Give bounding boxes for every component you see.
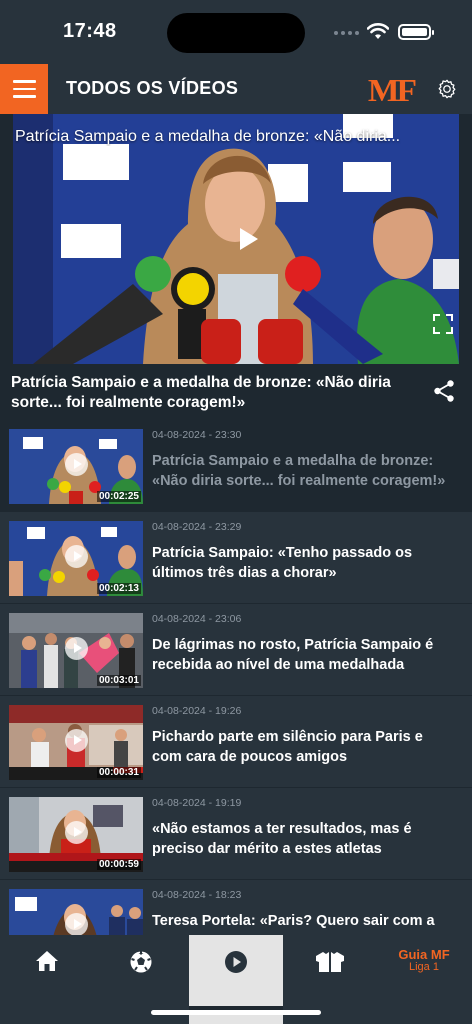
featured-video-title: Patrícia Sampaio e a medalha de bronze: …: [11, 374, 391, 411]
video-date: 04-08-2024 - 23:06: [152, 613, 242, 625]
wifi-icon: [367, 23, 389, 39]
video-duration: 00:02:25: [96, 491, 141, 502]
app-header: TODOS OS VÍDEOS MF: [0, 64, 472, 114]
list-item[interactable]: 00:00:59 04-08-2024 - 19:19 «Não estamos…: [0, 788, 472, 880]
video-duration: 00:02:13: [96, 583, 141, 594]
video-date: 04-08-2024 - 19:26: [152, 705, 242, 717]
list-item[interactable]: 00:00:31 04-08-2024 - 19:26 Pichardo par…: [0, 696, 472, 788]
video-title[interactable]: Patrícia Sampaio e a medalha de bronze: …: [152, 451, 452, 491]
play-icon: [65, 729, 88, 752]
video-thumbnail[interactable]: [9, 889, 143, 935]
jersey-icon: [316, 952, 344, 972]
featured-video-info: Patrícia Sampaio e a medalha de bronze: …: [0, 364, 472, 420]
cellular-signal-icon: [334, 31, 359, 35]
video-date: 04-08-2024 - 19:19: [152, 797, 242, 809]
play-icon[interactable]: [238, 226, 260, 252]
video-list[interactable]: 00:02:25 04-08-2024 - 23:30 Patrícia Sam…: [0, 420, 472, 935]
play-icon: [65, 453, 88, 476]
list-item[interactable]: 00:02:25 04-08-2024 - 23:30 Patrícia Sam…: [0, 420, 472, 512]
dynamic-island: [167, 13, 305, 53]
page-title: TODOS OS VÍDEOS: [66, 78, 239, 98]
video-thumbnail[interactable]: 00:00:59: [9, 797, 143, 872]
mf-logo[interactable]: MF: [368, 72, 417, 109]
guia-sublabel: Liga 1: [409, 961, 439, 973]
list-item[interactable]: 00:03:01 04-08-2024 - 23:06 De lágrimas …: [0, 604, 472, 696]
video-date: 04-08-2024 - 18:23: [152, 889, 242, 901]
video-frame-image: [13, 114, 459, 364]
home-indicator: [151, 1010, 321, 1015]
video-overlay-title: Patrícia Sampaio e a medalha de bronze: …: [15, 128, 401, 145]
list-item[interactable]: 00:02:13 04-08-2024 - 23:29 Patrícia Sam…: [0, 512, 472, 604]
video-title[interactable]: «Não estamos a ter resultados, mas é pre…: [152, 819, 452, 859]
list-item[interactable]: 04-08-2024 - 18:23 Teresa Portela: «Pari…: [0, 880, 472, 935]
play-icon: [65, 637, 88, 660]
fullscreen-icon[interactable]: [433, 314, 453, 334]
hamburger-icon: [12, 80, 36, 83]
play-icon: [225, 951, 247, 973]
video-title[interactable]: De lágrimas no rosto, Patrícia Sampaio é…: [152, 635, 452, 675]
video-duration: 00:00:59: [96, 859, 141, 870]
gear-icon[interactable]: [436, 78, 458, 100]
share-icon[interactable]: [432, 379, 456, 403]
status-bar: 17:48: [0, 0, 472, 64]
video-duration: 00:00:31: [96, 767, 141, 778]
video-thumbnail[interactable]: 00:03:01: [9, 613, 143, 688]
play-icon: [65, 913, 88, 935]
nav-guia-mf[interactable]: Guia MF Liga 1: [377, 935, 471, 1024]
video-thumbnail[interactable]: 00:02:13: [9, 521, 143, 596]
play-icon: [65, 821, 88, 844]
video-duration: 00:03:01: [96, 675, 141, 686]
video-title[interactable]: Teresa Portela: «Paris? Quero sair com a: [152, 911, 452, 931]
video-thumbnail[interactable]: 00:02:25: [9, 429, 143, 504]
video-date: 04-08-2024 - 23:29: [152, 521, 242, 533]
featured-video-player[interactable]: Patrícia Sampaio e a medalha de bronze: …: [13, 114, 459, 364]
football-icon: [130, 951, 152, 973]
battery-icon: [398, 24, 434, 40]
video-date: 04-08-2024 - 23:30: [152, 429, 242, 441]
play-icon: [65, 545, 88, 568]
menu-button[interactable]: [0, 64, 48, 114]
nav-home[interactable]: [0, 935, 94, 1024]
video-title[interactable]: Pichardo parte em silêncio para Paris e …: [152, 727, 452, 767]
video-title[interactable]: Patrícia Sampaio: «Tenho passado os últi…: [152, 543, 452, 583]
video-thumbnail[interactable]: 00:00:31: [9, 705, 143, 780]
guia-label: Guia MF: [398, 947, 450, 962]
home-icon: [36, 951, 58, 971]
status-time: 17:48: [63, 20, 117, 42]
